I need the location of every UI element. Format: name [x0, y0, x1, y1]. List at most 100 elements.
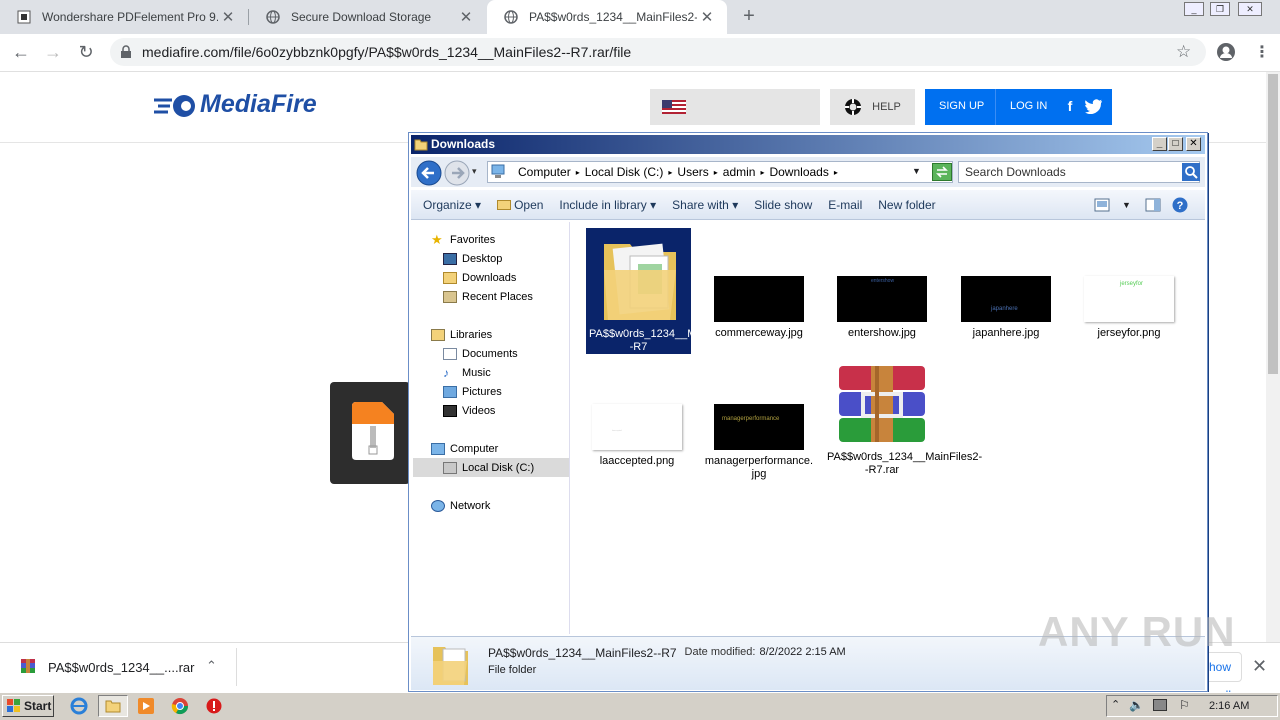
breadcrumb-local-disk[interactable]: Local Disk (C:)	[585, 165, 664, 179]
computer-icon	[431, 443, 445, 455]
network-tray-icon[interactable]	[1153, 699, 1167, 711]
bookmark-star-icon[interactable]: ☆	[1176, 42, 1191, 62]
new-folder-button[interactable]: New folder	[870, 198, 943, 212]
nav-desktop[interactable]: Desktop	[443, 253, 502, 265]
explorer-forward-icon[interactable]	[444, 160, 470, 189]
tab-mediafire[interactable]: PA$$w0rds_1234__MainFiles2--R7 ✕	[487, 0, 727, 34]
refresh-icon[interactable]	[932, 163, 952, 184]
view-options-icon[interactable]	[1094, 198, 1110, 215]
menu-kebab-icon[interactable]: ⋮	[1254, 42, 1270, 62]
file-item-laaccepted[interactable]: laaccepted laaccepted.png	[582, 404, 692, 467]
nav-favorites[interactable]: ★ Favorites	[431, 233, 495, 246]
page-scrollbar-thumb[interactable]	[1268, 74, 1278, 374]
facebook-icon[interactable]: f	[1061, 98, 1079, 116]
volume-icon[interactable]: 🔈	[1129, 698, 1144, 712]
nav-computer[interactable]: Computer	[431, 443, 498, 455]
clock[interactable]: 2:16 AM	[1209, 700, 1249, 712]
explorer-taskbar-button[interactable]	[98, 695, 128, 717]
nav-videos[interactable]: Videos	[443, 405, 495, 417]
thumbnail-caption: entershow	[871, 278, 895, 284]
tab-close-button[interactable]: ✕	[218, 8, 238, 26]
breadcrumb-users[interactable]: Users	[677, 165, 708, 179]
mediafire-logo[interactable]: MediaFire	[152, 90, 317, 119]
breadcrumb-computer[interactable]: Computer	[518, 165, 571, 179]
help-icon[interactable]: ?	[1172, 197, 1188, 216]
tray-expand-icon[interactable]: ⌃	[1111, 698, 1120, 711]
file-item-rar[interactable]: PA$$w0rds_1234__MainFiles2--R7.rar	[827, 364, 982, 477]
explorer-title[interactable]: Downloads	[411, 135, 1205, 154]
media-player-taskbar-icon[interactable]	[138, 698, 154, 717]
breadcrumb-downloads[interactable]: Downloads	[769, 165, 828, 179]
file-item-managerperformance[interactable]: managerperformance managerperformance.jp…	[704, 404, 814, 481]
chrome-taskbar-icon[interactable]	[171, 697, 189, 718]
nav-label: Videos	[462, 405, 496, 417]
nav-music[interactable]: ♪ Music	[443, 367, 491, 379]
image-thumbnail: japanhere	[961, 276, 1051, 322]
file-item-entershow[interactable]: entershow entershow.jpg	[827, 276, 937, 339]
file-item-commerceway[interactable]: commerceway.jpg	[704, 276, 814, 339]
start-button[interactable]: Start	[2, 695, 54, 717]
reload-icon[interactable]: ↻	[75, 41, 97, 63]
file-item-jerseyfor[interactable]: jerseyfor jerseyfor.png	[1074, 276, 1184, 339]
nav-pictures[interactable]: Pictures	[443, 386, 502, 398]
nav-network[interactable]: Network	[431, 500, 490, 512]
url-text[interactable]: mediafire.com/file/6o0zybbznk0pgfy/PA$$w…	[142, 44, 631, 60]
minimize-window-button[interactable]: _	[1184, 2, 1204, 16]
tab-pdfelement[interactable]: Wondershare PDFelement Pro 9.0.4 ✕	[0, 0, 248, 34]
download-item-name[interactable]: PA$$w0rds_1234__....rar	[48, 660, 194, 675]
explorer-back-icon[interactable]	[416, 160, 442, 189]
image-thumbnail	[714, 276, 804, 322]
details-folder-icon	[433, 647, 468, 685]
folder-icon	[603, 243, 676, 320]
nav-local-disk[interactable]: Local Disk (C:)	[443, 462, 534, 474]
language-selector[interactable]	[650, 89, 820, 125]
explorer-maximize-button[interactable]: □	[1168, 137, 1183, 151]
close-download-shelf-icon[interactable]: ✕	[1252, 656, 1267, 677]
nav-documents[interactable]: Documents	[443, 348, 518, 360]
action-center-flag-icon[interactable]: ⚐	[1179, 698, 1190, 712]
forward-icon[interactable]: →	[42, 41, 64, 63]
explorer-minimize-button[interactable]: _	[1152, 137, 1167, 151]
open-button[interactable]: Open	[489, 198, 551, 212]
globe-icon	[503, 9, 519, 25]
organize-menu[interactable]: Organize ▾	[415, 198, 489, 212]
email-button[interactable]: E-mail	[820, 198, 870, 212]
explorer-breadcrumb[interactable]: Computer ▸ Local Disk (C:) ▸ Users ▸ admin ▸…	[487, 161, 953, 183]
explorer-close-button[interactable]: ✕	[1186, 137, 1201, 151]
address-dropdown-icon[interactable]: ▼	[912, 166, 921, 176]
ie-taskbar-icon[interactable]	[70, 697, 88, 718]
svg-text:?: ?	[1177, 200, 1184, 212]
nav-libraries[interactable]: Libraries	[431, 329, 492, 341]
tab-close-button[interactable]: ✕	[456, 8, 476, 26]
restore-window-button[interactable]: ❐	[1210, 2, 1230, 16]
help-button[interactable]: HELP	[830, 89, 915, 125]
signup-link[interactable]: SIGN UP	[939, 100, 984, 112]
login-link[interactable]: LOG IN	[1010, 100, 1047, 112]
preview-pane-icon[interactable]	[1145, 198, 1161, 215]
explorer-search-input[interactable]: Search Downloads	[958, 161, 1200, 183]
file-name: japanhere.jpg	[972, 327, 1040, 339]
back-icon[interactable]: ←	[10, 41, 32, 63]
file-item-folder[interactable]: PA$$w0rds_1234__MainFiles2--R7	[586, 228, 744, 354]
view-dropdown-icon[interactable]: ▼	[1122, 200, 1131, 210]
nav-downloads[interactable]: Downloads	[443, 272, 516, 284]
breadcrumb-admin[interactable]: admin	[723, 165, 756, 179]
profile-icon[interactable]	[1216, 42, 1236, 65]
share-with-menu[interactable]: Share with ▾	[664, 198, 746, 212]
tab-close-button[interactable]: ✕	[697, 8, 717, 26]
mediafire-wordmark: MediaFire	[200, 90, 317, 118]
tab-secure-download[interactable]: Secure Download Storage ✕	[249, 0, 486, 34]
chevron-up-icon[interactable]: ⌃	[206, 658, 217, 674]
include-in-library-menu[interactable]: Include in library ▾	[551, 198, 664, 212]
nav-recent-places[interactable]: Recent Places	[443, 291, 533, 303]
search-icon[interactable]	[1182, 163, 1200, 184]
close-window-button[interactable]: ✕	[1238, 2, 1262, 16]
new-tab-button[interactable]: +	[738, 6, 760, 28]
recent-pages-chevron-icon[interactable]: ▾	[472, 166, 477, 177]
slide-show-button[interactable]: Slide show	[746, 198, 820, 212]
stop-taskbar-icon[interactable]	[206, 698, 222, 717]
file-item-japanhere[interactable]: japanhere japanhere.jpg	[951, 276, 1061, 339]
twitter-icon[interactable]	[1085, 98, 1103, 117]
download-divider	[236, 648, 237, 686]
explorer-command-bar: Organize ▾ Open Include in library ▾ Sha…	[411, 190, 1205, 220]
